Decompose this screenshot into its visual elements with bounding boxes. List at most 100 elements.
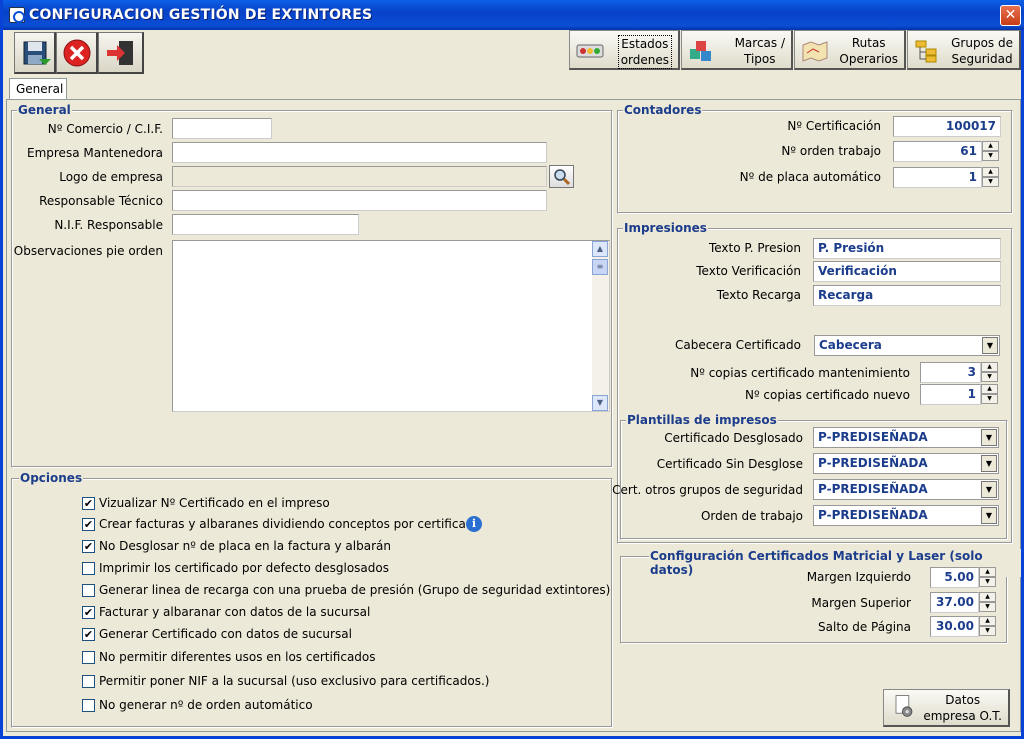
tab-general[interactable]: General (9, 78, 67, 100)
comercio-label: Nº Comercio / C.I.F. (47, 122, 163, 136)
certificacion-input[interactable]: 100017 (893, 116, 1001, 137)
margen-izq-input[interactable]: 5.00 (930, 567, 979, 588)
placa-label: Nº de placa automático (739, 170, 881, 184)
responsable-input[interactable] (172, 190, 547, 211)
salto-spinner[interactable]: ▲ ▼ (979, 616, 996, 637)
grupos-seguridad-button[interactable]: Grupos de Seguridad (907, 30, 1021, 70)
logo-browse-button[interactable] (549, 165, 574, 188)
opcion-checkbox-8[interactable] (82, 651, 95, 664)
placa-input[interactable]: 1 (893, 167, 982, 188)
sin-desglose-value: P-PREDISEÑADA (818, 456, 928, 470)
opcion-checkbox-5[interactable] (82, 584, 95, 597)
opcion-checkbox-7[interactable]: ✔ (82, 628, 95, 641)
opcion-label-3: No Desglosar nº de placa en la factura y… (99, 539, 391, 553)
observaciones-scrollbar[interactable]: ▲ ≡ ▼ (592, 241, 609, 411)
cubes-icon (690, 41, 711, 61)
chevron-down-icon[interactable]: ▼ (982, 337, 998, 354)
general-group-label: General (17, 103, 72, 117)
datos-empresa-label: Datos empresa O.T. (923, 693, 1002, 723)
tree-icon (915, 40, 937, 63)
orden-trabajo-spinner[interactable]: ▲ ▼ (982, 141, 999, 162)
scroll-up-icon[interactable]: ▲ (592, 241, 608, 257)
copias-nuevo-input[interactable]: 1 (920, 384, 981, 405)
opcion-checkbox-9[interactable] (82, 675, 95, 688)
margen-izq-spinner[interactable]: ▲ ▼ (979, 567, 996, 588)
copias-mant-spinner[interactable]: ▲ ▼ (981, 362, 998, 383)
save-button[interactable] (14, 32, 56, 74)
main-window: CONFIGURACION GESTIÓN DE EXTINTORES ✕ Es… (0, 0, 1024, 739)
exit-icon (107, 41, 133, 65)
desglosado-value: P-PREDISEÑADA (818, 430, 928, 444)
opcion-label-4: Imprimir los certificado por defecto des… (99, 561, 389, 575)
rutas-operarios-button[interactable]: Rutas Operarios (794, 30, 906, 70)
scroll-down-icon[interactable]: ▼ (592, 395, 608, 411)
document-gear-icon (895, 695, 913, 717)
title-bar: CONFIGURACION GESTIÓN DE EXTINTORES ✕ (3, 0, 1024, 30)
empresa-input[interactable] (172, 142, 547, 163)
copias-nuevo-spinner[interactable]: ▲ ▼ (981, 384, 998, 405)
texto-verificacion-label: Texto Verificación (696, 264, 801, 278)
orden-trabajo-plantilla-label: Orden de trabajo (700, 509, 803, 523)
sin-desglose-select[interactable]: P-PREDISEÑADA ▼ (813, 453, 999, 474)
opcion-label-1: Vizualizar Nº Certificado en el impreso (99, 496, 330, 510)
cabecera-value: Cabecera (819, 338, 882, 352)
margen-izq-label: Margen Izquierdo (806, 570, 911, 584)
placa-spinner[interactable]: ▲ ▼ (982, 167, 999, 188)
observaciones-textarea[interactable] (172, 240, 610, 412)
texto-presion-input[interactable]: P. Presión (813, 238, 1001, 259)
save-icon (23, 41, 51, 65)
margen-sup-spinner[interactable]: ▲ ▼ (979, 592, 996, 613)
logo-input (172, 166, 547, 187)
salto-input[interactable]: 30.00 (930, 616, 979, 637)
desglosado-label: Certificado Desglosado (664, 431, 803, 445)
desglosado-select[interactable]: P-PREDISEÑADA ▼ (813, 427, 999, 448)
chevron-down-icon[interactable]: ▼ (981, 455, 997, 472)
status-lights-icon (576, 44, 604, 58)
cancel-button[interactable] (56, 32, 98, 74)
opcion-checkbox-1[interactable]: ✔ (82, 497, 95, 510)
texto-verificacion-input[interactable]: Verificación (813, 261, 1001, 282)
estados-ordenes-button[interactable]: Estados ordenes (569, 30, 680, 70)
orden-trabajo-input[interactable]: 61 (893, 141, 982, 162)
observaciones-label: Observaciones pie orden (13, 244, 163, 258)
impresiones-group-label: Impresiones (623, 221, 708, 235)
orden-trabajo-select[interactable]: P-PREDISEÑADA ▼ (813, 505, 999, 526)
cancel-icon (63, 39, 91, 67)
orden-trabajo-label: Nº orden trabajo (781, 144, 881, 158)
close-button[interactable]: ✕ (1000, 5, 1021, 26)
opcion-label-7: Generar Certificado con datos de sucursa… (99, 627, 352, 641)
sin-desglose-label: Certificado Sin Desglose (656, 457, 803, 471)
margen-sup-input[interactable]: 37.00 (930, 592, 979, 613)
opciones-group-label: Opciones (19, 471, 84, 485)
exit-button[interactable] (98, 32, 144, 74)
texto-recarga-input[interactable]: Recarga (813, 285, 1001, 306)
otros-grupos-select[interactable]: P-PREDISEÑADA ▼ (813, 479, 999, 500)
rutas-label: Rutas Operarios (839, 36, 898, 66)
opcion-checkbox-3[interactable]: ✔ (82, 540, 95, 553)
opcion-label-2: Crear facturas y albaranes dividiendo co… (99, 517, 481, 531)
nif-label: N.I.F. Responsable (54, 218, 163, 232)
marcas-tipos-button[interactable]: Marcas / Tipos (681, 30, 793, 70)
opcion-checkbox-6[interactable]: ✔ (82, 606, 95, 619)
opcion-label-5: Generar linea de recarga con una prueba … (99, 583, 611, 597)
opcion-label-10: No generar nº de orden automático (99, 698, 313, 712)
opcion-checkbox-10[interactable] (82, 699, 95, 712)
copias-mant-label: Nº copias certificado mantenimiento (690, 366, 910, 380)
comercio-input[interactable] (172, 118, 272, 139)
opcion-checkbox-2[interactable]: ✔ (82, 518, 95, 531)
info-icon[interactable]: i (466, 516, 482, 532)
opcion-checkbox-4[interactable] (82, 562, 95, 575)
copias-mant-input[interactable]: 3 (920, 362, 981, 383)
copias-nuevo-label: Nº copias certificado nuevo (744, 388, 910, 402)
cabecera-select[interactable]: Cabecera ▼ (814, 335, 1000, 356)
texto-presion-label: Texto P. Presion (708, 241, 801, 255)
datos-empresa-button[interactable]: Datos empresa O.T. (883, 689, 1010, 727)
estados-label: Estados ordenes (617, 35, 672, 69)
cabecera-label: Cabecera Certificado (674, 338, 801, 352)
chevron-down-icon[interactable]: ▼ (981, 507, 997, 524)
scroll-thumb[interactable]: ≡ (592, 259, 608, 275)
salto-label: Salto de Página (818, 620, 911, 634)
chevron-down-icon[interactable]: ▼ (981, 481, 997, 498)
chevron-down-icon[interactable]: ▼ (981, 429, 997, 446)
nif-input[interactable] (172, 214, 359, 235)
